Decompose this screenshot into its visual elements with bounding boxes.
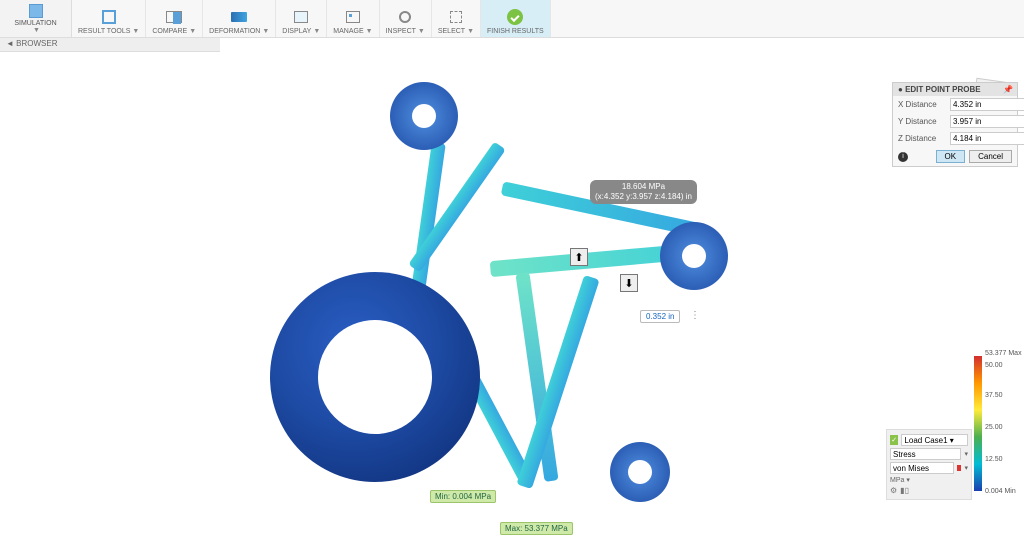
chart-icon[interactable]: ▮▯ xyxy=(900,486,909,495)
result-tools-icon xyxy=(102,10,116,24)
legend-color-icon xyxy=(957,465,962,471)
legend-controls: ✓ Load Case1 ▾ Stress▾ von Mises▾ MPa ▾ … xyxy=(886,429,972,500)
ribbon-manage[interactable]: MANAGE▼ xyxy=(327,0,379,37)
flange-bottom-right xyxy=(610,442,670,502)
result-type-select[interactable]: Stress xyxy=(890,448,961,460)
probe-arrow-up-icon[interactable]: ⬆ xyxy=(570,248,588,266)
legend-50: 50.00 xyxy=(985,362,1003,369)
info-icon[interactable]: i xyxy=(898,152,908,162)
legend-25: 25.00 xyxy=(985,424,1003,431)
units-label: MPa ▾ xyxy=(890,476,910,484)
workspace-icon xyxy=(29,4,43,18)
legend-min: 0.004 Min xyxy=(985,488,1016,495)
compare-icon xyxy=(166,11,182,23)
z-distance-label: Z Distance xyxy=(898,134,946,143)
min-marker[interactable]: Min: 0.004 MPa xyxy=(430,490,496,503)
inspect-icon xyxy=(399,11,411,23)
gradient-bar[interactable] xyxy=(974,356,982,491)
x-distance-input[interactable] xyxy=(950,98,1024,111)
check-icon xyxy=(507,9,523,25)
loadcase-check-icon[interactable]: ✓ xyxy=(890,435,898,445)
ribbon-finish-results[interactable]: FINISH RESULTS xyxy=(481,0,551,37)
ribbon-select[interactable]: SELECT▼ xyxy=(432,0,481,37)
dialog-title: ● EDIT POINT PROBE📌 xyxy=(893,83,1017,96)
x-distance-label: X Distance xyxy=(898,100,946,109)
y-distance-label: Y Distance xyxy=(898,117,946,126)
browser-header[interactable]: ◄ BROWSER xyxy=(0,38,220,52)
deformation-icon xyxy=(231,12,247,22)
flange-top xyxy=(390,82,458,150)
max-marker[interactable]: Max: 53.377 MPa xyxy=(500,522,573,535)
ribbon-deformation[interactable]: DEFORMATION▼ xyxy=(203,0,276,37)
distance-chip[interactable]: 0.352 in xyxy=(640,310,680,323)
ribbon-inspect[interactable]: INSPECT▼ xyxy=(380,0,432,37)
loadcase-select[interactable]: Load Case1 ▾ xyxy=(901,434,968,446)
model-geometry xyxy=(260,82,730,512)
flange-right xyxy=(660,222,728,290)
probe-annotation[interactable]: 18.604 MPa(x:4.352 y:3.957 z:4.184) in xyxy=(590,180,697,204)
workspace-switcher[interactable]: SIMULATION▼ xyxy=(0,0,72,37)
cancel-button[interactable]: Cancel xyxy=(969,150,1012,163)
display-icon xyxy=(294,11,308,23)
ribbon-compare[interactable]: COMPARE▼ xyxy=(146,0,203,37)
flange-main xyxy=(270,272,480,482)
edit-point-probe-dialog: ● EDIT POINT PROBE📌 X Distance Y Distanc… xyxy=(892,82,1018,167)
gear-icon[interactable]: ⚙ xyxy=(890,486,897,495)
chip-menu-icon[interactable]: ⋮ xyxy=(690,310,700,321)
z-distance-input[interactable] xyxy=(950,132,1024,145)
pin-icon[interactable]: 📌 xyxy=(1003,85,1013,94)
y-distance-input[interactable] xyxy=(950,115,1024,128)
component-select[interactable]: von Mises xyxy=(890,462,954,474)
legend-12: 12.50 xyxy=(985,456,1003,463)
probe-arrow-down-icon[interactable]: ⬇ xyxy=(620,274,638,292)
ribbon-display[interactable]: DISPLAY▼ xyxy=(276,0,327,37)
manage-icon xyxy=(346,11,360,23)
legend-max: 53.377 Max xyxy=(985,350,1022,357)
select-icon xyxy=(450,11,462,23)
color-legend: 53.377 Max 50.00 37.50 25.00 12.50 0.004… xyxy=(974,350,1014,500)
ribbon-result-tools[interactable]: RESULT TOOLS▼ xyxy=(72,0,146,37)
viewport-3d[interactable]: 18.604 MPa(x:4.352 y:3.957 z:4.184) in ⬆… xyxy=(0,52,1024,512)
ok-button[interactable]: OK xyxy=(936,150,966,163)
top-ribbon: SIMULATION▼ RESULT TOOLS▼ COMPARE▼ DEFOR… xyxy=(0,0,1024,38)
legend-37: 37.50 xyxy=(985,392,1003,399)
